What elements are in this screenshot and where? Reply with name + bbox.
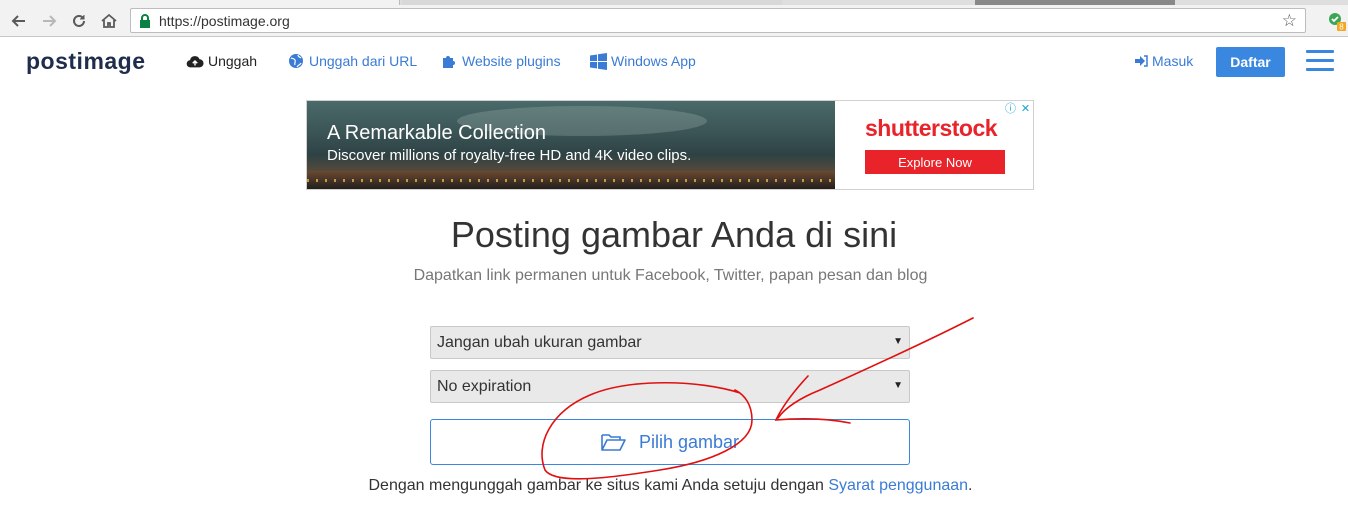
- close-icon[interactable]: ✕: [1018, 101, 1033, 115]
- ad-subline: Discover millions of royalty-free HD and…: [327, 147, 692, 164]
- forward-button[interactable]: [34, 7, 64, 35]
- reload-button[interactable]: [64, 7, 94, 35]
- nav-upload-url[interactable]: Unggah dari URL: [287, 53, 417, 69]
- hamburger-icon-bar: [1306, 59, 1334, 62]
- menu-button[interactable]: [1306, 50, 1334, 74]
- browser-tab[interactable]: [402, 0, 782, 5]
- site-header: postimage Unggah Unggah dari URL Website…: [0, 37, 1348, 87]
- caret-down-icon: ▼: [893, 380, 903, 391]
- nav-website-plugins-label: Website plugins: [462, 53, 561, 69]
- terms-text: Dengan mengunggah gambar ke situs kami A…: [0, 477, 1341, 495]
- ad-photo-lights: [307, 179, 835, 182]
- nav-upload-url-label: Unggah dari URL: [309, 53, 418, 69]
- ad-choices[interactable]: ⓘ ✕: [1003, 101, 1033, 115]
- extension-icon: 8: [1329, 12, 1346, 31]
- reload-icon: [73, 14, 85, 27]
- back-button[interactable]: [4, 7, 34, 35]
- choose-image-button[interactable]: Pilih gambar: [430, 419, 910, 465]
- home-icon: [101, 13, 117, 28]
- extension-badge: 8: [1339, 22, 1344, 31]
- address-bar[interactable]: https://postimage.org ☆: [130, 8, 1306, 33]
- browser-tab[interactable]: [975, 0, 1175, 5]
- browser-toolbar: https://postimage.org ☆ 8: [0, 5, 1348, 37]
- windows-icon: [589, 52, 607, 70]
- page-subtitle: Dapatkan link permanen untuk Facebook, T…: [413, 267, 928, 284]
- ad-explore-button[interactable]: Explore Now: [865, 150, 1005, 174]
- arrow-left-icon: [11, 14, 25, 27]
- ad-banner[interactable]: A Remarkable Collection Discover million…: [306, 100, 1034, 190]
- resize-select[interactable]: Jangan ubah ukuran gambar ▼: [430, 326, 910, 359]
- choose-image-label: Pilih gambar: [638, 431, 740, 452]
- expiration-select-value: No expiration: [437, 377, 532, 395]
- terms-prefix: Dengan mengunggah gambar ke situs kami A…: [368, 477, 829, 494]
- ad-headline: A Remarkable Collection: [327, 122, 546, 144]
- sign-in-icon: [1134, 53, 1148, 69]
- address-url[interactable]: https://postimage.org: [159, 13, 290, 29]
- folder-open-icon: [601, 434, 626, 451]
- ad-brand-logo: shutterstock: [865, 115, 998, 141]
- lock-icon: [140, 13, 150, 28]
- nav-windows-app[interactable]: Windows App: [589, 52, 696, 70]
- nav-website-plugins[interactable]: Website plugins: [440, 53, 561, 69]
- globe-icon: [287, 53, 305, 69]
- register-button[interactable]: Daftar: [1216, 47, 1285, 77]
- nav-upload[interactable]: Unggah: [186, 53, 257, 69]
- cloud-upload-icon: [186, 53, 204, 69]
- extension-button[interactable]: 8: [1326, 10, 1348, 32]
- star-icon[interactable]: ☆: [1282, 11, 1297, 31]
- expiration-select[interactable]: No expiration ▼: [430, 370, 910, 403]
- resize-select-value: Jangan ubah ukuran gambar: [437, 333, 642, 351]
- ad-photo: [307, 101, 835, 189]
- info-icon[interactable]: ⓘ: [1003, 101, 1018, 115]
- browser-tab-active[interactable]: [0, 0, 400, 5]
- terms-link[interactable]: Syarat penggunaan: [828, 477, 968, 494]
- site-logo[interactable]: postimage: [26, 48, 146, 75]
- page-title: Posting gambar Anda di sini: [450, 214, 898, 255]
- login-link[interactable]: Masuk: [1134, 53, 1193, 69]
- nav-upload-label: Unggah: [208, 53, 258, 69]
- browser-tabstrip: [0, 0, 1348, 5]
- arrow-right-icon: [43, 14, 57, 27]
- hamburger-icon-bar: [1306, 68, 1334, 71]
- puzzle-icon: [440, 53, 458, 69]
- login-label: Masuk: [1152, 53, 1194, 69]
- caret-down-icon: ▼: [893, 336, 903, 347]
- home-button[interactable]: [94, 7, 124, 35]
- hamburger-icon: [1306, 50, 1334, 53]
- nav-windows-app-label: Windows App: [611, 53, 696, 69]
- terms-suffix: .: [968, 477, 973, 494]
